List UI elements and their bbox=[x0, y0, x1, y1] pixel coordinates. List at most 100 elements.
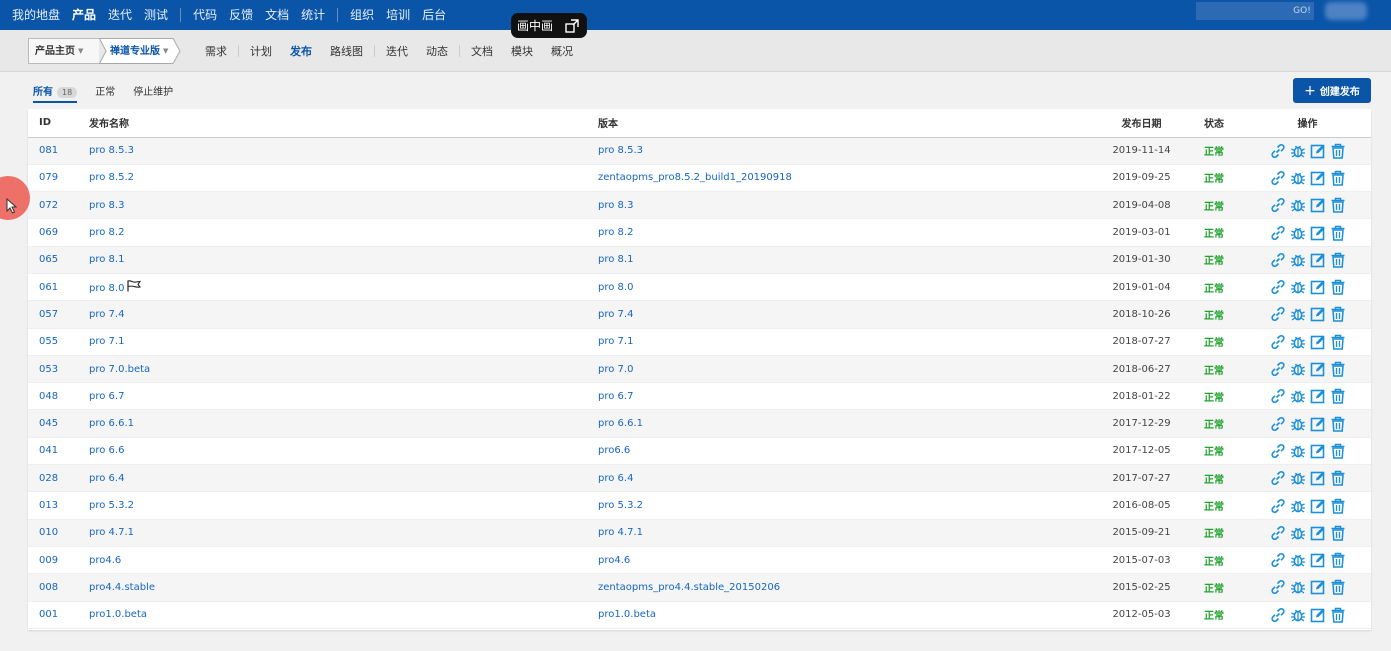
link-icon[interactable] bbox=[1270, 197, 1286, 213]
tab-stopped[interactable]: 停止维护 bbox=[133, 83, 173, 98]
delete-icon[interactable] bbox=[1330, 279, 1346, 295]
user-avatar[interactable] bbox=[1325, 2, 1367, 20]
delete-icon[interactable] bbox=[1330, 197, 1346, 213]
product-menu-item[interactable]: 计划 bbox=[241, 43, 281, 59]
bug-icon[interactable] bbox=[1290, 498, 1306, 514]
cell-id[interactable]: 079 bbox=[28, 164, 89, 193]
cell-id[interactable]: 081 bbox=[28, 137, 89, 165]
release-name-link[interactable]: pro 8.5.2 bbox=[89, 172, 134, 183]
cell-version[interactable]: pro 6.6.1 bbox=[598, 409, 1099, 438]
bug-icon[interactable] bbox=[1290, 552, 1306, 568]
release-name-link[interactable]: pro 4.7.1 bbox=[89, 527, 134, 538]
cell-id[interactable]: 053 bbox=[28, 355, 89, 384]
header-status[interactable]: 状态 bbox=[1184, 109, 1244, 138]
cell-version[interactable]: pro1.0.beta bbox=[598, 601, 1099, 629]
delete-icon[interactable] bbox=[1330, 470, 1346, 486]
bug-icon[interactable] bbox=[1290, 252, 1306, 268]
bug-icon[interactable] bbox=[1290, 143, 1306, 159]
edit-icon[interactable] bbox=[1310, 306, 1326, 322]
bug-icon[interactable] bbox=[1290, 525, 1306, 541]
release-name-link[interactable]: pro 7.4 bbox=[89, 309, 124, 320]
cell-id[interactable]: 001 bbox=[28, 601, 89, 629]
main-menu-item[interactable]: 统计 bbox=[295, 0, 331, 30]
bug-icon[interactable] bbox=[1290, 443, 1306, 459]
delete-icon[interactable] bbox=[1330, 416, 1346, 432]
cell-id[interactable]: 065 bbox=[28, 246, 89, 274]
cell-name[interactable]: pro 8.0 bbox=[89, 273, 598, 302]
cell-name[interactable]: pro 7.1 bbox=[89, 328, 598, 356]
release-name-link[interactable]: pro4.4.stable bbox=[89, 582, 155, 593]
main-menu-item[interactable]: 组织 bbox=[344, 0, 380, 30]
cell-version[interactable]: pro 7.1 bbox=[598, 328, 1099, 356]
release-name-link[interactable]: pro 8.1 bbox=[89, 254, 124, 265]
cell-version[interactable]: pro6.6 bbox=[598, 437, 1099, 466]
edit-icon[interactable] bbox=[1310, 361, 1326, 377]
breadcrumb-current-product[interactable]: 禅道专业版 ▼ bbox=[99, 38, 181, 64]
release-name-link[interactable]: pro 6.4 bbox=[89, 473, 124, 484]
cell-version[interactable]: pro 4.7.1 bbox=[598, 519, 1099, 547]
edit-icon[interactable] bbox=[1310, 579, 1326, 595]
header-name[interactable]: 发布名称 bbox=[89, 109, 598, 138]
edit-icon[interactable] bbox=[1310, 552, 1326, 568]
header-date[interactable]: 发布日期 bbox=[1099, 109, 1184, 138]
edit-icon[interactable] bbox=[1310, 334, 1326, 350]
link-icon[interactable] bbox=[1270, 579, 1286, 595]
cell-name[interactable]: pro4.6 bbox=[89, 546, 598, 575]
cell-version[interactable]: pro 8.1 bbox=[598, 246, 1099, 274]
delete-icon[interactable] bbox=[1330, 443, 1346, 459]
cell-name[interactable]: pro 5.3.2 bbox=[89, 491, 598, 520]
delete-icon[interactable] bbox=[1330, 361, 1346, 377]
release-name-link[interactable]: pro 8.0 bbox=[89, 283, 124, 294]
cell-name[interactable]: pro 4.7.1 bbox=[89, 519, 598, 547]
edit-icon[interactable] bbox=[1310, 388, 1326, 404]
cell-name[interactable]: pro 7.4 bbox=[89, 300, 598, 329]
link-icon[interactable] bbox=[1270, 306, 1286, 322]
cell-name[interactable]: pro4.4.stable bbox=[89, 573, 598, 602]
delete-icon[interactable] bbox=[1330, 607, 1346, 623]
cell-id[interactable]: 061 bbox=[28, 273, 89, 302]
main-menu-item[interactable]: 反馈 bbox=[223, 0, 259, 30]
cell-version[interactable]: pro 8.3 bbox=[598, 191, 1099, 220]
release-name-link[interactable]: pro 8.2 bbox=[89, 227, 124, 238]
main-menu-item[interactable]: 我的地盘 bbox=[6, 0, 66, 30]
release-name-link[interactable]: pro 7.1 bbox=[89, 336, 124, 347]
search-go-button[interactable]: GO! bbox=[1290, 2, 1314, 20]
link-icon[interactable] bbox=[1270, 279, 1286, 295]
bug-icon[interactable] bbox=[1290, 170, 1306, 186]
link-icon[interactable] bbox=[1270, 252, 1286, 268]
delete-icon[interactable] bbox=[1330, 252, 1346, 268]
breadcrumb-product-home[interactable]: 产品主页 ▼ bbox=[28, 38, 99, 64]
release-name-link[interactable]: pro1.0.beta bbox=[89, 609, 147, 620]
cell-version[interactable]: pro 7.0 bbox=[598, 355, 1099, 384]
link-icon[interactable] bbox=[1270, 334, 1286, 350]
cell-name[interactable]: pro 6.6.1 bbox=[89, 409, 598, 438]
create-release-button[interactable]: + 创建发布 bbox=[1293, 78, 1371, 103]
main-menu-item[interactable]: 迭代 bbox=[102, 0, 138, 30]
product-menu-item[interactable]: 需求 bbox=[196, 43, 236, 59]
release-name-link[interactable]: pro 6.6.1 bbox=[89, 418, 134, 429]
link-icon[interactable] bbox=[1270, 388, 1286, 404]
edit-icon[interactable] bbox=[1310, 470, 1326, 486]
tab-normal[interactable]: 正常 bbox=[95, 83, 115, 98]
cell-id[interactable]: 057 bbox=[28, 300, 89, 329]
release-name-link[interactable]: pro 8.5.3 bbox=[89, 145, 134, 156]
bug-icon[interactable] bbox=[1290, 279, 1306, 295]
delete-icon[interactable] bbox=[1330, 579, 1346, 596]
product-menu-item[interactable]: 概况 bbox=[542, 43, 582, 59]
cell-name[interactable]: pro 6.6 bbox=[89, 437, 598, 466]
pip-exit-icon[interactable] bbox=[565, 18, 579, 33]
delete-icon[interactable] bbox=[1330, 498, 1346, 514]
cell-id[interactable]: 010 bbox=[28, 519, 89, 547]
cell-id[interactable]: 041 bbox=[28, 437, 89, 466]
cell-name[interactable]: pro 8.3 bbox=[89, 191, 598, 220]
delete-icon[interactable] bbox=[1330, 306, 1346, 323]
cell-version[interactable]: zentaopms_pro4.4.stable_20150206 bbox=[598, 573, 1099, 602]
cell-name[interactable]: pro 8.5.2 bbox=[89, 164, 598, 193]
cell-version[interactable]: zentaopms_pro8.5.2_build1_20190918 bbox=[598, 164, 1099, 193]
delete-icon[interactable] bbox=[1330, 143, 1346, 159]
cell-id[interactable]: 055 bbox=[28, 328, 89, 356]
release-name-link[interactable]: pro 6.6 bbox=[89, 445, 124, 456]
release-name-link[interactable]: pro4.6 bbox=[89, 555, 121, 566]
release-name-link[interactable]: pro 6.7 bbox=[89, 391, 124, 402]
release-name-link[interactable]: pro 5.3.2 bbox=[89, 500, 134, 511]
